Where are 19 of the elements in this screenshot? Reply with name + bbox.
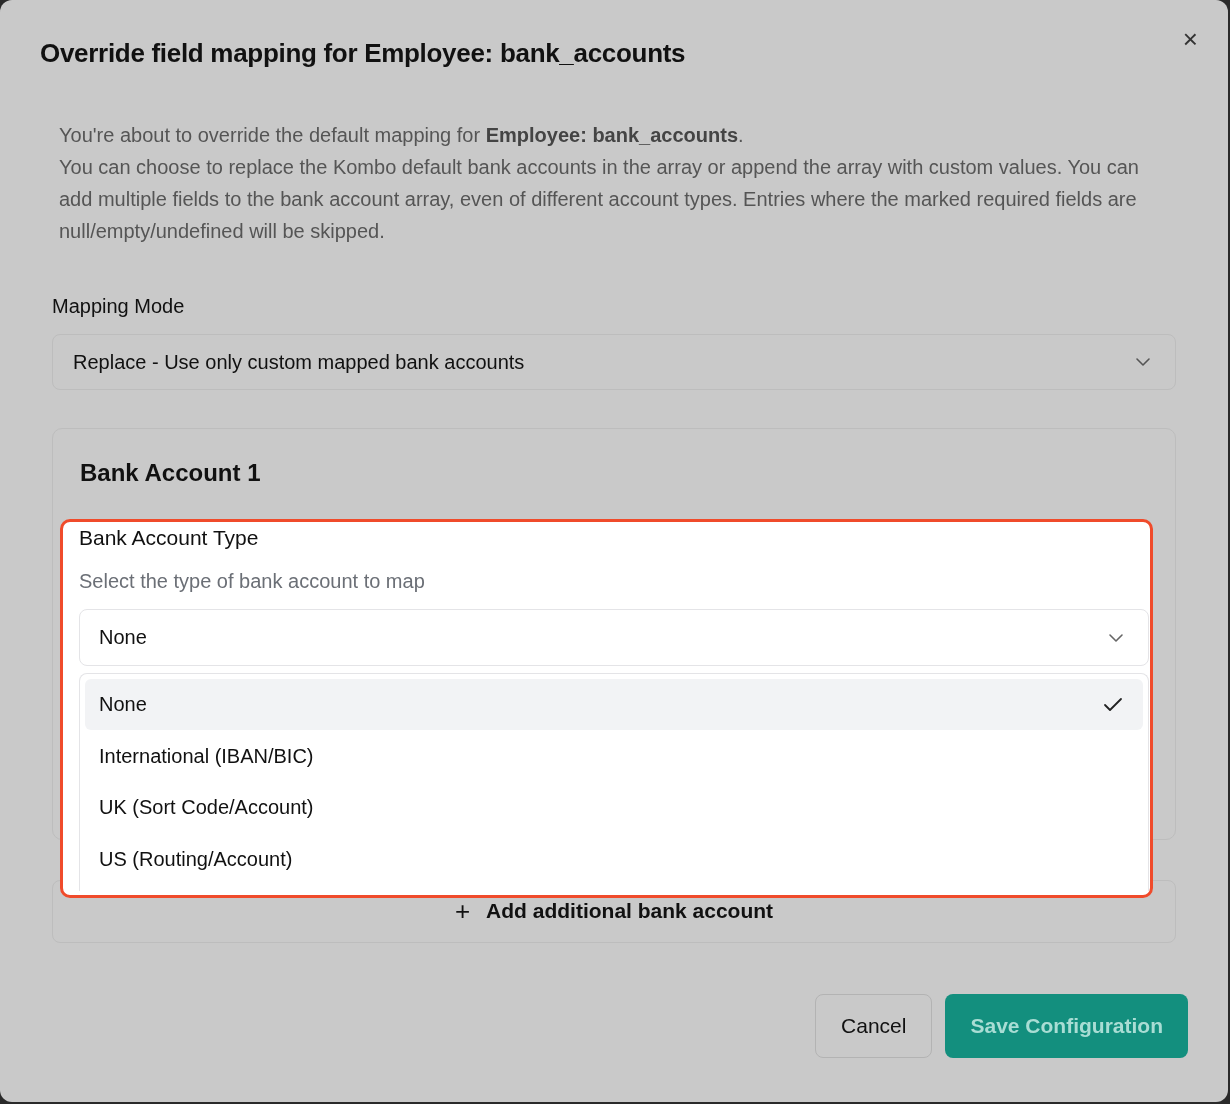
close-button[interactable]: × [1182,26,1198,52]
cancel-button[interactable]: Cancel [815,994,933,1058]
chevron-down-icon [1108,632,1124,643]
card-title: Bank Account 1 [80,459,262,487]
field-label: Mapping Mode [52,295,186,318]
description-text: You can choose to replace the Kombo default bank accounts in the array or append the array with custom values. You can add multiple fields to the bank account array, even of different account types. Entries where the marked required fields are null/empty/undefined will be skipped. [59,155,1140,244]
button-label: Add additional bank account [486,899,774,923]
field-label: Bank Account Type [79,526,260,550]
select-field[interactable]: Replace - Use only custom mapped bank accounts [52,334,1176,390]
field-hint: Select the type of bank account to map [79,570,426,593]
dialog-title: Override field mapping for Employee: bank_accounts [40,38,686,69]
dropdown-option[interactable]: UK (Sort Code/Account) [85,782,1143,833]
select-field[interactable]: None [79,609,1149,666]
plus-icon: + [454,895,471,927]
chevron-down-icon [1135,357,1151,367]
dropdown-option[interactable]: International (IBAN/BIC) [85,730,1143,782]
dropdown-option[interactable]: None [85,679,1143,730]
checkmark-icon [1103,696,1123,713]
description-text: You're about to override the default mapping for Employee: bank_accounts. [59,123,745,148]
